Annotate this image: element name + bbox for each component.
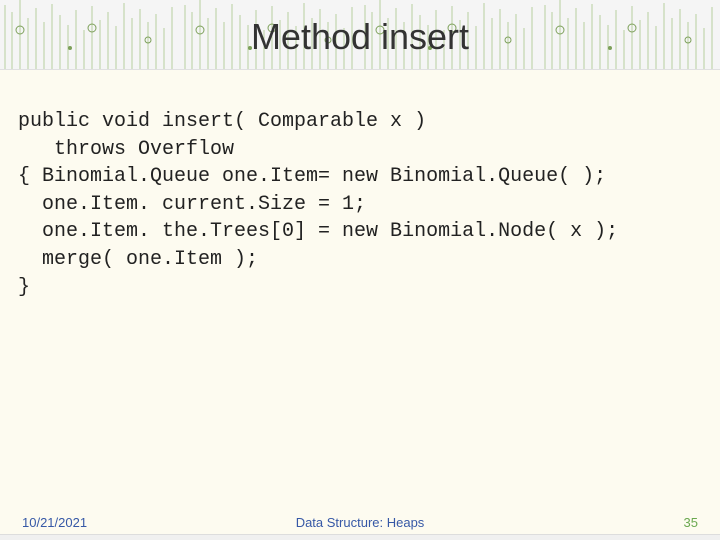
footer-page: 35 (684, 515, 698, 530)
content-area: public void insert( Comparable x ) throw… (0, 70, 720, 301)
footer: 10/21/2021 Data Structure: Heaps 35 (0, 515, 720, 530)
code-block: public void insert( Comparable x ) throw… (18, 108, 702, 301)
slide-title: Method insert (0, 16, 720, 58)
footer-center: Data Structure: Heaps (296, 515, 425, 530)
header-band: Method insert (0, 0, 720, 70)
bottom-rule (0, 534, 720, 540)
footer-date: 10/21/2021 (22, 515, 87, 530)
